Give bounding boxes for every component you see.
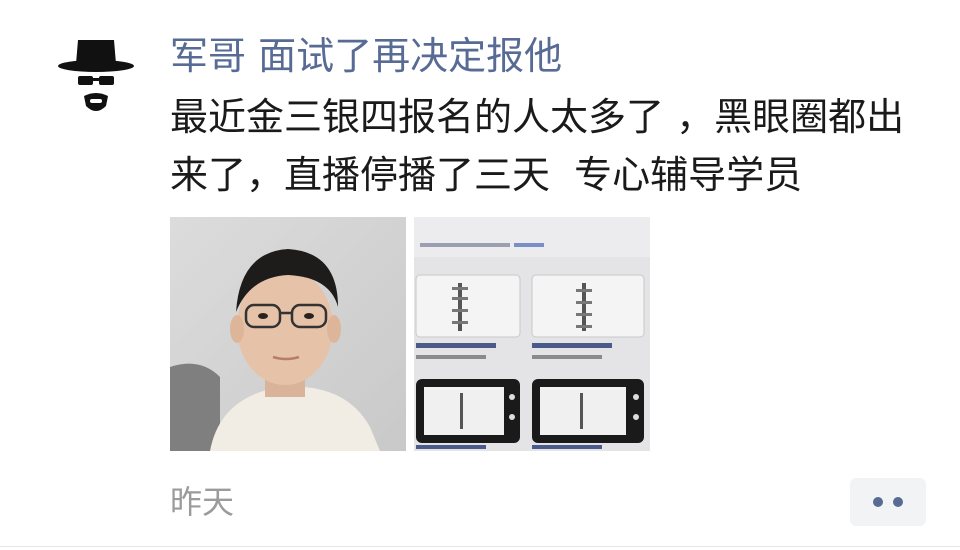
avatar[interactable] [56,36,136,116]
photo-grid [170,217,650,451]
author-name[interactable]: 军哥 面试了再决定报他 [170,30,940,82]
more-dots-icon [893,497,903,507]
post-time: 昨天 [170,483,235,521]
heisenberg-avatar-icon [58,40,134,111]
selfie-photo[interactable] [170,217,406,451]
post-text: 最近金三银四报名的人太多了 ，黑眼圈都出来了，直播停播了三天 专心辅导学员 [170,95,905,197]
divider [0,546,960,547]
screen-photo[interactable] [414,217,650,451]
more-dots-icon [873,497,883,507]
more-actions-button[interactable] [850,478,926,526]
post-content: 军哥 面试了再决定报他 最近金三银四报名的人太多了 ，黑眼圈都出来了，直播停播了… [170,30,940,204]
moments-post: 军哥 面试了再决定报他 最近金三银四报名的人太多了 ，黑眼圈都出来了，直播停播了… [0,0,960,550]
